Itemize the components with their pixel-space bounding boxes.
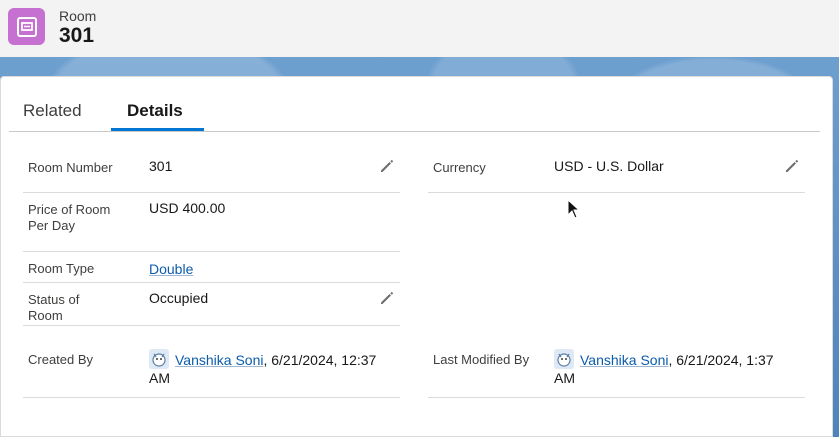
mouse-cursor-icon — [567, 198, 581, 219]
created-by-user-link[interactable]: Vanshika Soni — [175, 352, 263, 368]
modified-time-suffix: AM — [554, 370, 575, 386]
created-time-suffix: AM — [149, 370, 170, 386]
user-avatar-icon — [554, 349, 574, 369]
field-label: Last Modified By — [433, 352, 530, 367]
tab-related[interactable]: Related — [23, 101, 82, 121]
pencil-icon[interactable] — [379, 158, 395, 174]
field-last-modified-by: Last Modified By Vanshika Soni, 6/21/202… — [428, 339, 805, 398]
page-title: 301 — [59, 24, 95, 47]
field-label: Currency — [433, 160, 486, 175]
room-record-icon — [8, 8, 45, 45]
object-type-label: Room — [59, 8, 97, 24]
pencil-icon[interactable] — [379, 290, 395, 306]
tab-details[interactable]: Details — [127, 101, 183, 121]
field-room-type: Room Type Double — [23, 252, 400, 283]
pencil-icon[interactable] — [784, 158, 800, 174]
modified-by-user-link[interactable]: Vanshika Soni — [580, 352, 668, 368]
field-price-per-day: Price of Room Per Day USD 400.00 — [23, 193, 400, 252]
field-currency: Currency USD - U.S. Dollar — [428, 151, 805, 193]
field-status: Status of Room Occupied — [23, 283, 400, 326]
field-value: Occupied — [149, 290, 209, 306]
field-value: Vanshika Soni, 6/21/2024, 1:37 AM — [554, 349, 804, 387]
details-card: Related Details Room Number 301 Currency… — [0, 76, 833, 437]
field-created-by: Created By Vanshika Soni, 6/21/2024, 12:… — [23, 339, 400, 398]
field-label: Room Type — [28, 261, 95, 276]
field-value: USD - U.S. Dollar — [554, 158, 664, 174]
user-avatar-icon — [149, 349, 169, 369]
field-room-number: Room Number 301 — [23, 151, 400, 193]
field-label: Created By — [28, 352, 94, 367]
field-label: Status of Room — [28, 292, 80, 323]
field-label: Price of Room Per Day — [28, 202, 111, 233]
tab-bar: Related Details — [9, 77, 820, 132]
modified-date: , 6/21/2024, 1:37 — [668, 352, 774, 368]
room-type-link[interactable]: Double — [149, 260, 193, 278]
active-tab-indicator — [111, 128, 204, 131]
field-value: 301 — [149, 158, 173, 174]
field-label: Room Number — [28, 160, 113, 175]
field-value: Vanshika Soni, 6/21/2024, 12:37 AM — [149, 349, 399, 387]
created-date: , 6/21/2024, 12:37 — [263, 352, 377, 368]
field-value: USD 400.00 — [149, 200, 226, 216]
record-header: Room 301 — [0, 0, 839, 57]
